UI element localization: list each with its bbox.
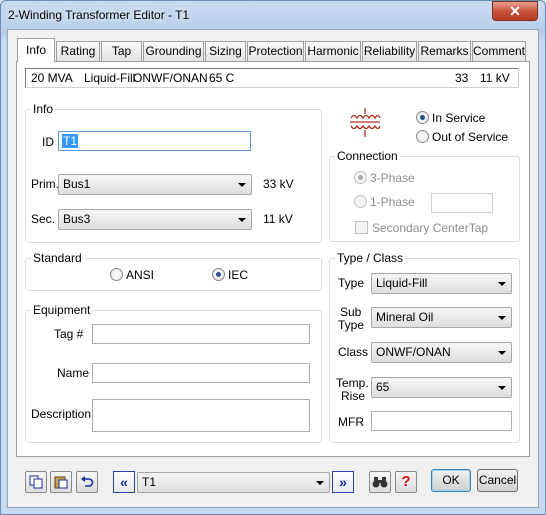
- type-class-group-label: Type / Class: [335, 251, 406, 265]
- chevron-down-icon: [498, 386, 506, 390]
- one-phase-radio[interactable]: [354, 195, 367, 208]
- prim-label: Prim.: [31, 177, 59, 191]
- chevron-down-icon: [316, 481, 324, 485]
- name-field[interactable]: [92, 363, 310, 383]
- copy-icon: [29, 475, 43, 489]
- tab-protection[interactable]: Protection: [247, 41, 304, 61]
- out-of-service-label: Out of Service: [432, 130, 509, 144]
- tab-comment[interactable]: Comment: [472, 41, 526, 61]
- double-chevron-left-icon: «: [120, 474, 128, 490]
- element-selector-value: T1: [142, 475, 157, 489]
- standard-group-label: Standard: [31, 251, 84, 265]
- secondary-centertap-label: Secondary CenterTap: [372, 221, 489, 235]
- sec-bus-value: Bus3: [63, 212, 91, 226]
- tab-reliability[interactable]: Reliability: [362, 41, 417, 61]
- copy-button[interactable]: [25, 471, 47, 493]
- one-phase-label: 1-Phase: [370, 195, 415, 209]
- secondary-centertap-checkbox[interactable]: [355, 221, 368, 234]
- tab-rating[interactable]: Rating: [56, 41, 100, 61]
- description-label: Description: [31, 407, 92, 421]
- mfr-field[interactable]: [371, 411, 512, 431]
- name-label: Name: [57, 366, 90, 380]
- transformer-icon: [350, 108, 381, 137]
- summary-sec-kv: 11 kV: [480, 71, 510, 85]
- tag-label: Tag #: [54, 327, 84, 341]
- iec-radio[interactable]: [212, 268, 225, 281]
- three-phase-label: 3-Phase: [370, 171, 415, 185]
- tab-remarks[interactable]: Remarks: [418, 41, 471, 61]
- subtype-select[interactable]: Mineral Oil: [371, 307, 512, 328]
- in-service-label: In Service: [432, 111, 486, 125]
- out-of-service-radio[interactable]: [416, 130, 429, 143]
- subtype-value: Mineral Oil: [376, 310, 434, 324]
- prim-bus-select[interactable]: Bus1: [58, 174, 252, 195]
- next-button[interactable]: »: [332, 471, 354, 493]
- chevron-down-icon: [238, 183, 246, 187]
- close-button[interactable]: ✕: [492, 1, 538, 21]
- type-select[interactable]: Liquid-Fill: [371, 273, 512, 294]
- three-phase-radio[interactable]: [354, 171, 367, 184]
- summary-fill: Liquid-Fill: [84, 71, 136, 85]
- binoculars-icon: [372, 477, 388, 488]
- sec-bus-select[interactable]: Bus3: [58, 209, 252, 230]
- temp-rise-value: 65: [376, 380, 390, 394]
- element-selector[interactable]: T1: [137, 472, 330, 493]
- equipment-group-label: Equipment: [31, 303, 93, 317]
- ansi-radio[interactable]: [110, 268, 123, 281]
- type-value: Liquid-Fill: [376, 276, 428, 290]
- class-value: ONWF/ONAN: [376, 345, 451, 359]
- undo-button[interactable]: [76, 471, 98, 493]
- sec-kv: 11 kV: [263, 212, 293, 226]
- summary-prim-kv: 33: [455, 71, 469, 85]
- in-service-radio[interactable]: [416, 111, 429, 124]
- sec-label: Sec.: [31, 212, 56, 226]
- ok-button[interactable]: OK: [431, 469, 471, 492]
- class-select[interactable]: ONWF/ONAN: [371, 342, 512, 363]
- chevron-down-icon: [498, 282, 506, 286]
- connection-group-label: Connection: [335, 149, 400, 163]
- tab-harmonic[interactable]: Harmonic: [305, 41, 361, 61]
- temp-rise-select[interactable]: 65: [371, 377, 512, 398]
- subtype-label-2: Type: [338, 318, 365, 332]
- previous-button[interactable]: «: [113, 471, 135, 493]
- prim-bus-value: Bus1: [63, 177, 91, 191]
- summary-temp: 65 C: [209, 71, 235, 85]
- undo-icon: [81, 476, 94, 487]
- type-label: Type: [338, 276, 365, 290]
- tab-info[interactable]: Info: [17, 38, 55, 62]
- iec-label: IEC: [228, 268, 249, 282]
- prim-kv: 33 kV: [263, 177, 294, 191]
- tab-sizing[interactable]: Sizing: [205, 41, 246, 61]
- help-icon: ?: [401, 473, 411, 490]
- window-title: 2-Winding Transformer Editor - T1: [8, 8, 190, 22]
- tag-field[interactable]: [92, 324, 310, 344]
- find-button[interactable]: [369, 471, 391, 493]
- chevron-down-icon: [498, 316, 506, 320]
- id-label: ID: [42, 135, 54, 149]
- temp-rise-label-2: Rise: [341, 389, 366, 403]
- subtype-label-1: Sub: [340, 305, 362, 319]
- double-chevron-right-icon: »: [339, 474, 347, 490]
- ansi-label: ANSI: [126, 268, 155, 282]
- chevron-down-icon: [498, 351, 506, 355]
- id-field[interactable]: T1: [58, 131, 251, 151]
- paste-icon: [54, 476, 68, 489]
- mfr-label: MFR: [338, 415, 364, 429]
- class-label: Class: [338, 345, 369, 359]
- help-button[interactable]: ?: [395, 471, 417, 493]
- cancel-button[interactable]: Cancel: [477, 469, 518, 492]
- info-group-label: Info: [31, 102, 56, 116]
- paste-button[interactable]: [50, 471, 72, 493]
- temp-rise-label-1: Temp.: [336, 376, 369, 390]
- tab-grounding[interactable]: Grounding: [143, 41, 204, 61]
- id-value: T1: [62, 134, 79, 148]
- summary-mva: 20 MVA: [31, 71, 73, 85]
- chevron-down-icon: [238, 218, 246, 222]
- tab-tap[interactable]: Tap: [101, 41, 142, 61]
- summary-cooling: ONWF/ONAN: [133, 71, 208, 85]
- description-field[interactable]: [92, 399, 310, 432]
- one-phase-field[interactable]: [431, 193, 493, 213]
